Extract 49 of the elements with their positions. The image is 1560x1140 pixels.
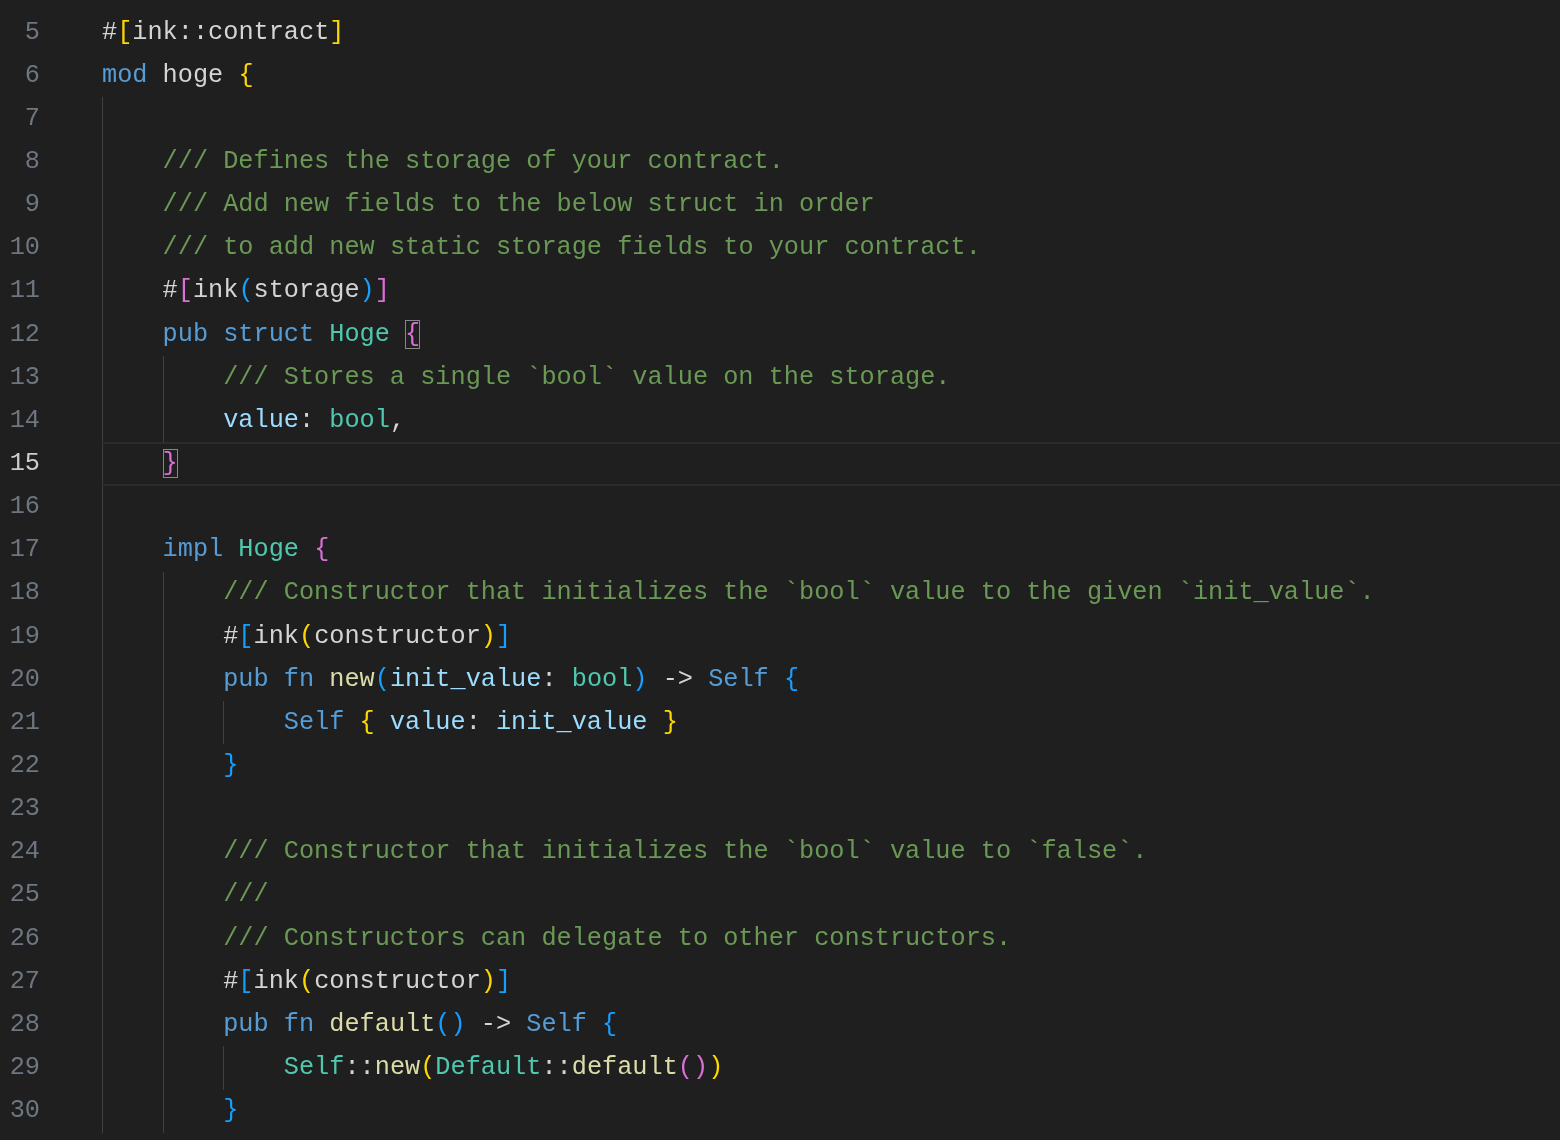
line-number: 30: [8, 1095, 40, 1128]
line-number: 24: [8, 836, 40, 869]
code-line: ///: [223, 879, 269, 912]
line-number: 25: [8, 879, 40, 912]
line-number: 8: [23, 146, 40, 179]
code-line: }: [223, 750, 239, 782]
line-number: 16: [8, 491, 40, 524]
code-line: Self { value: init_value }: [283, 706, 678, 739]
code-line: /// Constructor that initializes the `bool` value to the given `init_value`.: [223, 577, 1375, 610]
code-line: value: bool,: [223, 404, 406, 437]
line-number: 22: [8, 750, 40, 782]
line-number: 12: [8, 318, 40, 351]
code-line: }: [223, 1095, 239, 1128]
code-line: pub struct Hoge {: [162, 318, 421, 351]
line-number: 20: [8, 663, 40, 696]
code-line: #[ink(constructor)]: [223, 620, 512, 653]
code-line: /// Stores a single `bool` value on the storage.: [223, 361, 951, 394]
code-line: Self::new(Default::default()): [283, 1052, 724, 1084]
line-number: 10: [8, 232, 40, 265]
code-line: impl Hoge {: [162, 534, 330, 567]
line-number: 13: [8, 361, 40, 394]
line-number: 29: [8, 1052, 40, 1084]
code-line: }: [162, 448, 178, 481]
line-number: 15: [8, 448, 40, 481]
code-line: /// to add new static storage fields to your contract.: [162, 232, 981, 265]
line-number: 26: [8, 922, 40, 955]
code-line: pub fn default() -> Self {: [223, 1008, 618, 1041]
line-number: 23: [8, 793, 40, 826]
code-line: #[ink(constructor)]: [223, 965, 512, 998]
line-number: 9: [23, 189, 40, 222]
line-number: 27: [8, 965, 40, 998]
code-line: pub fn new(init_value: bool) -> Self {: [223, 663, 800, 696]
code-line: #[ink(storage)]: [162, 275, 390, 308]
line-number: 11: [8, 275, 40, 308]
line-number: 7: [23, 102, 40, 135]
line-number: 19: [8, 620, 40, 653]
code-line: mod hoge {: [102, 59, 254, 92]
line-number: 5: [23, 16, 40, 49]
line-number: 17: [8, 534, 40, 567]
code-line: /// Add new fields to the below struct in order: [162, 189, 875, 222]
code-line: /// Defines the storage of your contract.: [162, 146, 784, 179]
line-number: 18: [8, 577, 40, 610]
code-line: /// Constructor that initializes the `bool` value to `false`.: [223, 836, 1148, 869]
line-number: 14: [8, 404, 40, 437]
line-number: 21: [8, 706, 40, 739]
code-line: #[ink::contract]: [102, 16, 345, 49]
code-line: /// Constructors can delegate to other constructors.: [223, 922, 1012, 955]
line-number: 6: [23, 59, 40, 92]
line-number: 28: [8, 1008, 40, 1041]
